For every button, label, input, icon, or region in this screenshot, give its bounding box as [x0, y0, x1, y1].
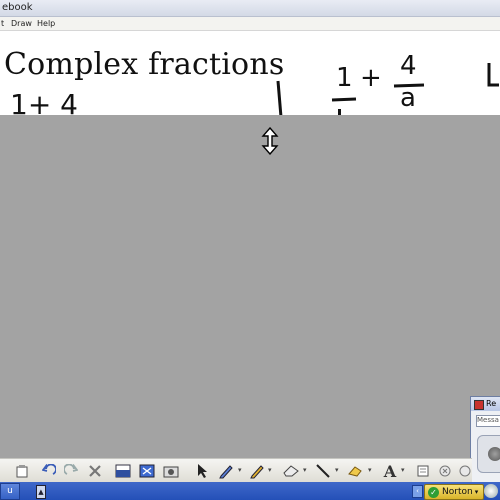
vertical-resize-cursor-icon [261, 127, 279, 155]
taskbar-scroll-button[interactable]: ▲ [36, 485, 46, 499]
whiteboard-canvas[interactable]: Complex fractions 1+ 4 1 + 4 a [0, 31, 500, 115]
close-toolbar-icon[interactable] [456, 462, 474, 480]
creative-pen-icon[interactable] [248, 462, 266, 480]
paste-icon[interactable] [13, 462, 31, 480]
recorder-record-button[interactable] [477, 435, 500, 473]
screen-shade-area[interactable] [0, 115, 500, 458]
equation-numerator: 4 [400, 51, 417, 81]
pen-dropdown-icon[interactable]: ▾ [238, 466, 242, 474]
drawing-toolbar: ▾ ▾ ▾ ▾ ▾ A ▾ [0, 458, 472, 483]
shape-dropdown-icon[interactable]: ▾ [368, 466, 372, 474]
text-icon[interactable]: A [381, 462, 399, 481]
menu-item-edit[interactable]: t [1, 17, 4, 30]
norton-label: Norton [442, 487, 473, 497]
tray-icon[interactable] [484, 484, 498, 498]
check-icon: ✓ [428, 486, 439, 498]
norton-tray-badge[interactable]: ✓ Norton ▾ [424, 484, 484, 500]
text-dropdown-icon[interactable]: ▾ [401, 466, 405, 474]
handwritten-equation-right: 1 + 4 a [330, 53, 440, 115]
capture-icon[interactable] [162, 462, 180, 480]
shape-fill-icon[interactable] [347, 462, 365, 480]
recorder-app-icon [474, 400, 484, 410]
taskbar-app-button[interactable]: u [0, 483, 20, 500]
eraser-icon[interactable] [282, 462, 300, 480]
handwritten-divider [276, 80, 283, 115]
recorder-message-field[interactable]: Messa [476, 415, 500, 427]
equation-denominator: a [400, 83, 416, 113]
norton-dropdown-icon: ▾ [474, 488, 479, 496]
redo-icon[interactable] [62, 462, 80, 480]
select-arrow-icon[interactable] [193, 462, 211, 480]
recorder-title: Re [486, 399, 497, 408]
screen-shade-icon[interactable] [114, 462, 132, 480]
equation-term-one: 1 [336, 63, 353, 93]
recorder-window[interactable]: Re Messa [470, 396, 500, 484]
eraser-dropdown-icon[interactable]: ▾ [303, 466, 307, 474]
properties-icon[interactable] [414, 462, 432, 480]
pen-icon[interactable] [217, 462, 235, 480]
window-title: ebook [2, 2, 33, 13]
tray-arrow-icon[interactable]: ‹ [412, 485, 423, 498]
line-icon[interactable] [314, 462, 332, 480]
handwritten-partial-letter [487, 63, 499, 87]
record-circle-icon [488, 447, 500, 461]
handwritten-equation-left: 1+ 4 [10, 88, 78, 116]
page-heading: Complex fractions [4, 47, 285, 82]
recorder-titlebar[interactable]: Re [471, 397, 500, 411]
line-dropdown-icon[interactable]: ▾ [335, 466, 339, 474]
toolbar-more-icon[interactable] [436, 462, 454, 480]
creative-pen-dropdown-icon[interactable]: ▾ [268, 466, 272, 474]
equation-plus: + [360, 63, 382, 93]
menu-item-help[interactable]: Help [37, 17, 55, 30]
fullscreen-icon[interactable] [138, 462, 156, 480]
window-titlebar[interactable]: ebook [0, 0, 500, 17]
fraction-bar-left [331, 97, 357, 102]
undo-icon[interactable] [40, 462, 58, 480]
delete-icon[interactable] [86, 462, 104, 480]
menu-item-draw[interactable]: Draw [11, 17, 32, 30]
menu-bar: t Draw Help [0, 17, 500, 31]
